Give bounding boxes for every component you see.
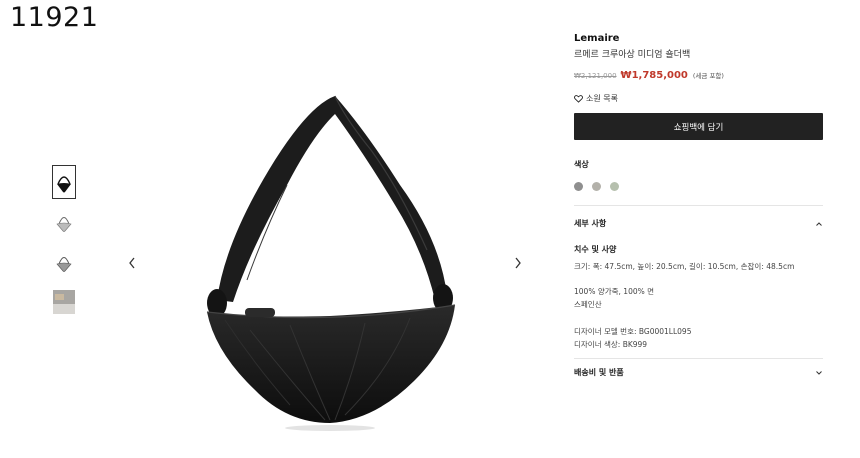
chevron-up-icon — [816, 221, 822, 226]
color-swatch-2[interactable] — [592, 182, 601, 191]
thumbnail-1[interactable] — [52, 165, 76, 199]
material-text: 100% 양가죽, 100% 면 — [574, 287, 655, 296]
product-main-image — [206, 95, 456, 431]
thumbnail-4[interactable] — [52, 285, 76, 319]
wishlist-button[interactable]: 소원 목록 — [574, 93, 634, 104]
product-info: Lemaire 르메르 크루아상 미디엄 숄더백 ₩2,121,000 ₩1,7… — [574, 33, 823, 191]
divider — [574, 358, 823, 359]
bag-side-thumb-icon — [56, 217, 72, 232]
wishlist-label: 소원 목록 — [586, 94, 618, 103]
chevron-right-icon — [515, 257, 521, 269]
origin-text: 스페인산 — [574, 300, 602, 309]
bag-back-thumb-icon — [56, 257, 72, 272]
divider — [574, 205, 823, 206]
color-label: 색상 — [574, 160, 589, 169]
details-header[interactable]: 세부 사항 — [574, 218, 823, 229]
color-swatches — [574, 182, 823, 191]
color-swatch-3[interactable] — [610, 182, 619, 191]
thumbnail-2[interactable] — [52, 205, 76, 239]
tax-note: (세금 포함) — [692, 72, 724, 80]
model-number: 디자이너 모델 번호: BG0001LL095 — [574, 327, 692, 336]
shipping-section: 배송비 및 반품 — [574, 367, 823, 378]
page-id: 11921 — [10, 2, 99, 33]
chevron-down-icon — [816, 370, 822, 375]
shipping-header[interactable]: 배송비 및 반품 — [574, 367, 823, 378]
price-row: ₩2,121,000 ₩1,785,000 (세금 포함) — [574, 70, 823, 81]
size-title: 치수 및 사양 — [574, 245, 617, 254]
color-swatch-1[interactable] — [574, 182, 583, 191]
product-name: 르메르 크루아상 미디엄 숄더백 — [574, 50, 691, 60]
thumbnail-list — [52, 165, 78, 325]
shipping-title: 배송비 및 반품 — [574, 368, 624, 377]
bag-front-thumb-icon — [57, 176, 71, 193]
bag-detail-thumb-icon — [53, 290, 75, 314]
add-to-cart-button[interactable]: 쇼핑백에 담기 — [574, 113, 823, 140]
details-title: 세부 사항 — [574, 219, 607, 228]
designer-color: 디자이너 색상: BK999 — [574, 340, 648, 349]
details-section: 세부 사항 치수 및 사양 크기: 폭: 47.5cm, 높이: 20.5cm,… — [574, 218, 823, 351]
next-image-button[interactable] — [509, 254, 527, 272]
sale-price: ₩1,785,000 — [620, 70, 688, 81]
prev-image-button[interactable] — [123, 254, 141, 272]
size-text: 크기: 폭: 47.5cm, 높이: 20.5cm, 길이: 10.5cm, 손… — [574, 262, 795, 271]
heart-icon — [574, 94, 583, 103]
brand-name: Lemaire — [574, 33, 620, 44]
original-price: ₩2,121,000 — [574, 72, 617, 80]
thumbnail-3[interactable] — [52, 245, 76, 279]
chevron-left-icon — [129, 257, 135, 269]
